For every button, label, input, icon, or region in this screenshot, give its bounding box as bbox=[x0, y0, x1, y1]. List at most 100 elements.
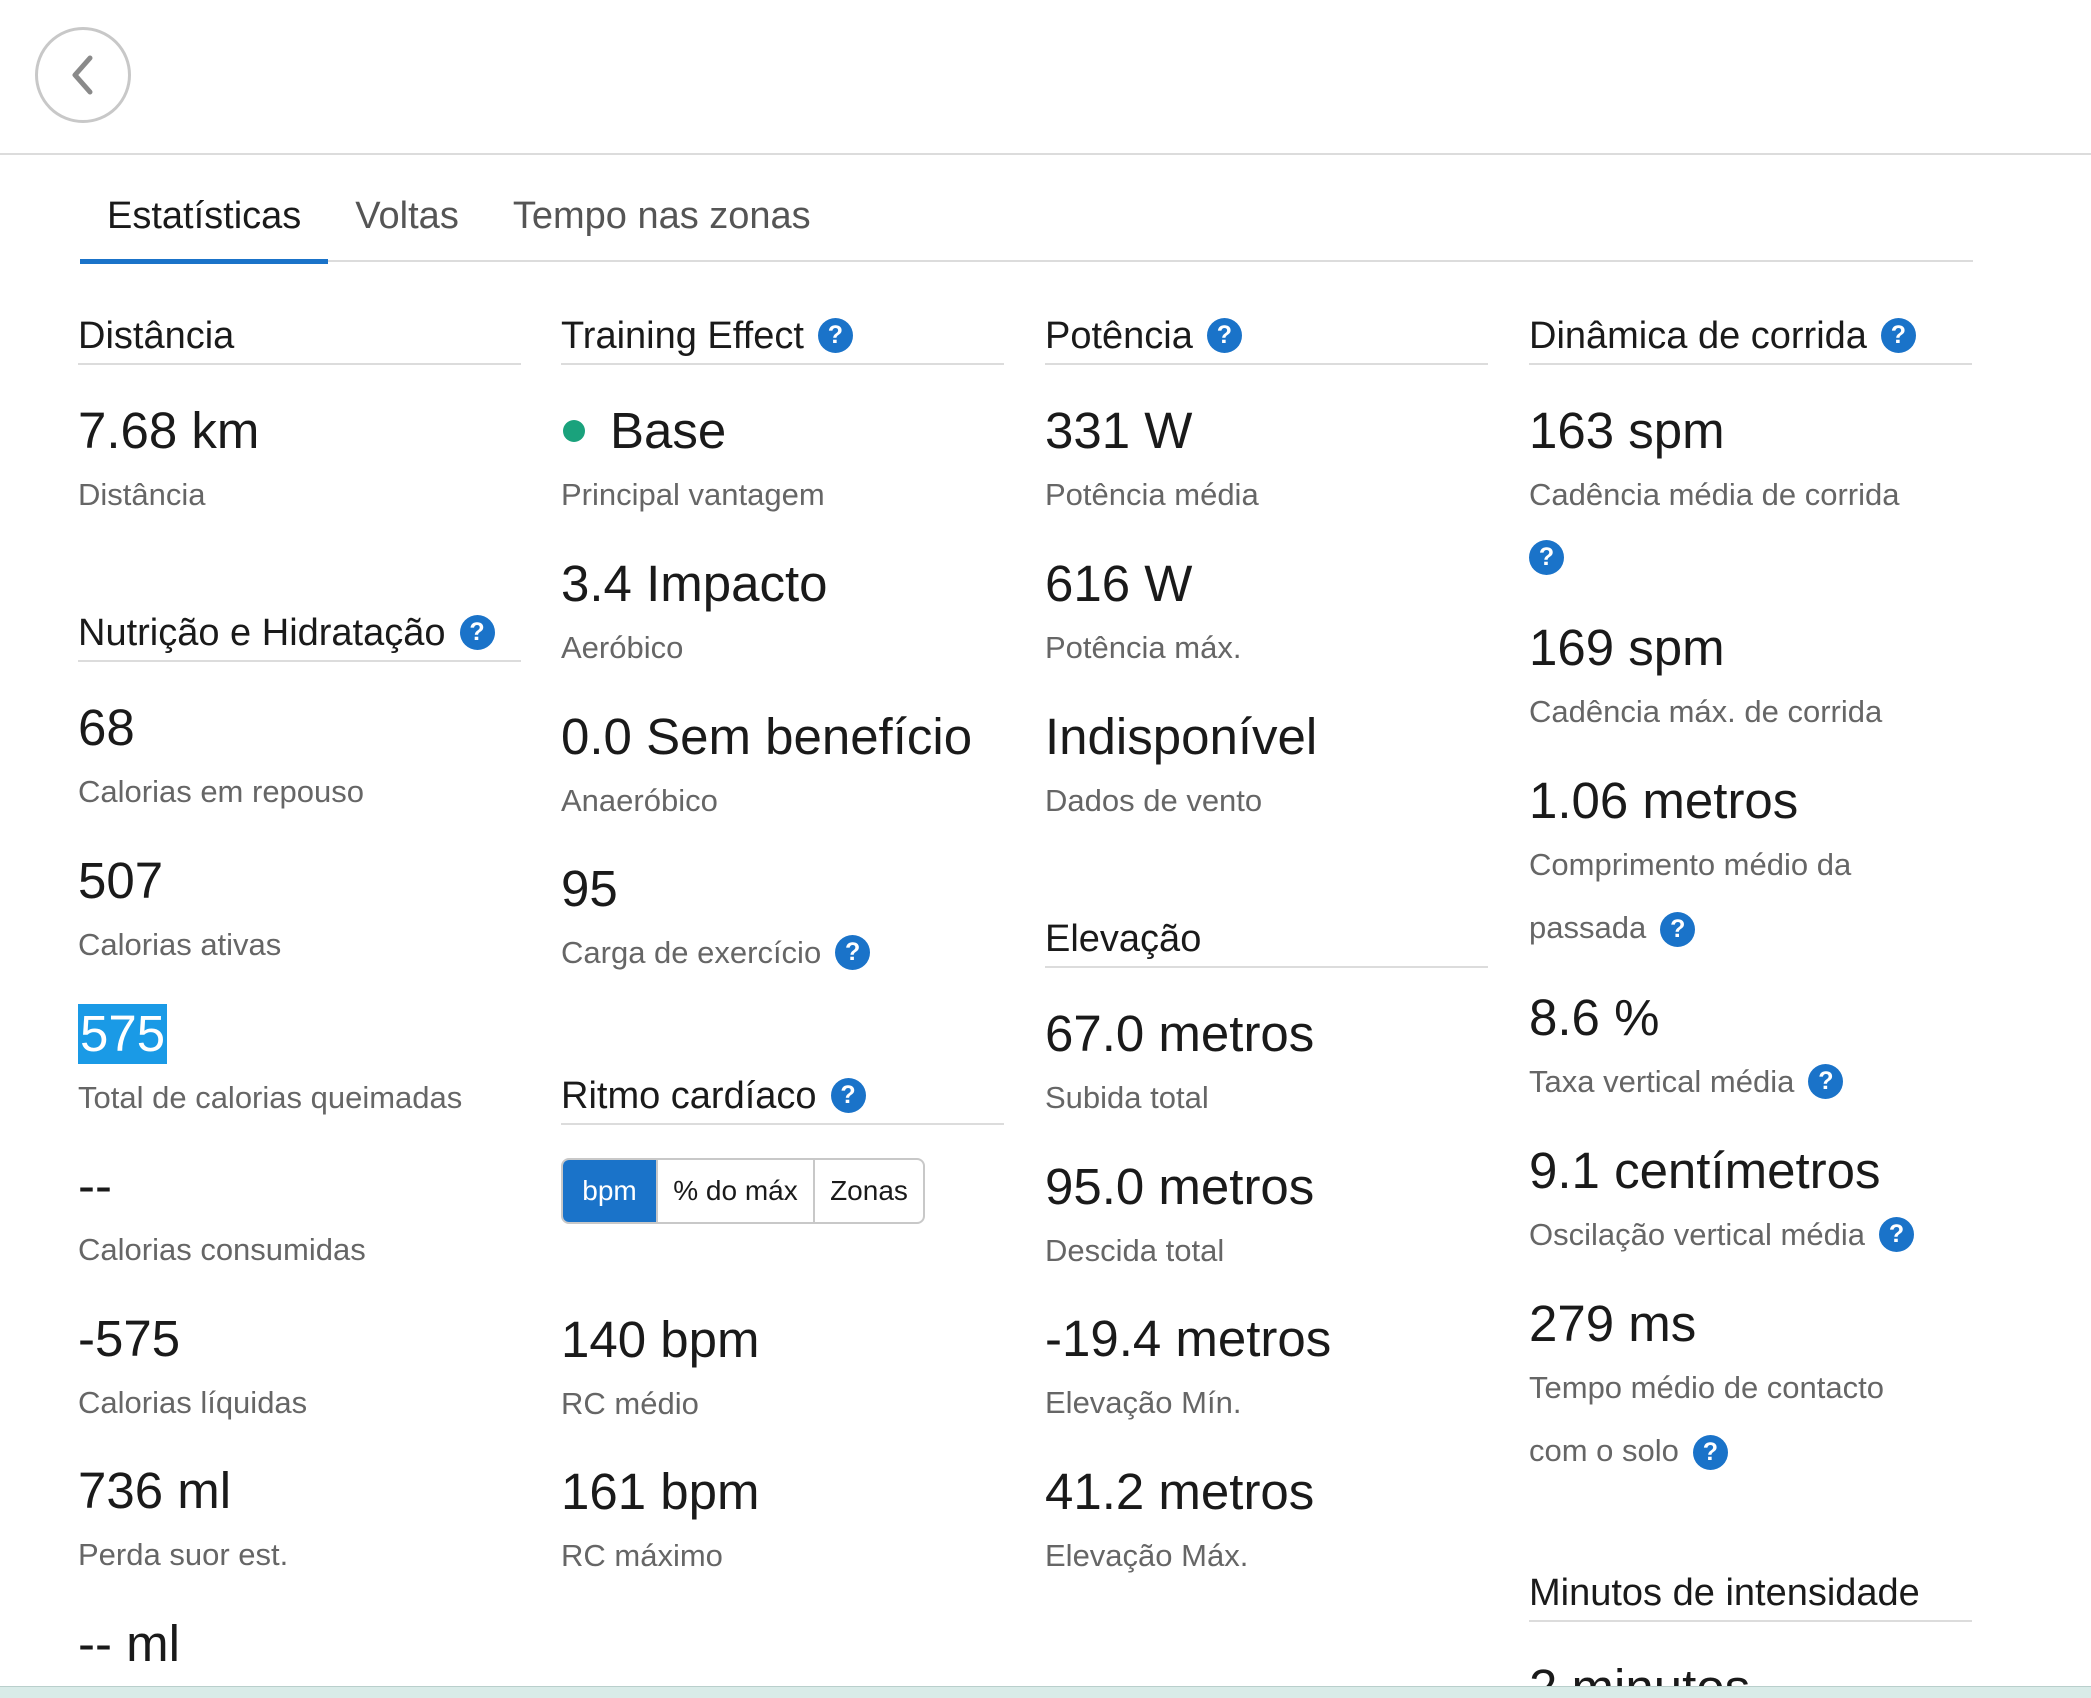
sweat-loss-label: Perda suor est. bbox=[78, 1537, 289, 1572]
elevation-section-title: Elevação bbox=[1045, 918, 1488, 968]
primary-benefit-value: Base bbox=[610, 402, 727, 459]
segment-bpm[interactable]: bpm bbox=[563, 1160, 658, 1222]
stat-total-descent: 95.0 metros Descida total bbox=[1045, 1157, 1488, 1282]
help-icon[interactable]: ? bbox=[1692, 1435, 1728, 1471]
help-icon[interactable]: ? bbox=[1206, 318, 1242, 353]
stride-length-value: 1.06 metros bbox=[1529, 772, 1799, 829]
ground-contact-value: 279 ms bbox=[1529, 1295, 1697, 1352]
stat-avg-cadence: 163 spm Cadência média de corrida ? bbox=[1529, 401, 1972, 588]
total-ascent-label: Subida total bbox=[1045, 1080, 1209, 1115]
help-icon[interactable]: ? bbox=[835, 935, 871, 970]
intensity-title: Minutos de intensidade bbox=[1529, 1572, 1920, 1614]
power-section-title: Potência ? bbox=[1045, 315, 1488, 365]
intensity-section-title: Minutos de intensidade bbox=[1529, 1572, 1972, 1622]
distance-section-title: Distância bbox=[78, 315, 521, 365]
max-heart-rate-value: 161 bpm bbox=[561, 1463, 760, 1520]
vertical-ratio-label: Taxa vertical média bbox=[1529, 1064, 1795, 1099]
stat-net-calories: -575 Calorias líquidas bbox=[78, 1309, 521, 1434]
heart-rate-title: Ritmo cardíaco bbox=[561, 1075, 817, 1117]
help-icon[interactable]: ? bbox=[1878, 1217, 1914, 1252]
consumed-calories-value: -- bbox=[78, 1157, 112, 1214]
training-effect-title: Training Effect bbox=[561, 315, 804, 357]
status-dot-icon bbox=[563, 420, 585, 442]
distance-label: Distância bbox=[78, 477, 206, 512]
max-power-value: 616 W bbox=[1045, 555, 1193, 612]
tab-time-in-zones[interactable]: Tempo nas zonas bbox=[486, 180, 838, 262]
stat-primary-benefit: Base Principal vantagem bbox=[561, 401, 1004, 526]
stat-total-ascent: 67.0 metros Subida total bbox=[1045, 1004, 1488, 1129]
stat-resting-calories: 68 Calorias em repouso bbox=[78, 698, 521, 823]
net-calories-value: -575 bbox=[78, 1310, 181, 1367]
top-bar bbox=[0, 0, 2091, 155]
heart-rate-unit-selector: bpm % do máx Zonas bbox=[561, 1158, 925, 1224]
net-calories-label: Calorias líquidas bbox=[78, 1385, 308, 1420]
max-cadence-label: Cadência máx. de corrida bbox=[1529, 694, 1883, 729]
stat-intensity-minutes: 2 minutos bbox=[1529, 1658, 1972, 1686]
distance-title: Distância bbox=[78, 315, 235, 357]
stat-distance: 7.68 km Distância bbox=[78, 401, 521, 526]
column-power-elevation: Potência ? 331 W Potência média 616 W Po… bbox=[1045, 315, 1488, 1688]
stat-stride-length: 1.06 metros Comprimento médio da passada… bbox=[1529, 771, 1972, 959]
stat-max-heart-rate: 161 bpm RC máximo bbox=[561, 1462, 1004, 1587]
back-button[interactable] bbox=[35, 27, 131, 123]
help-icon[interactable]: ? bbox=[1660, 912, 1696, 948]
wind-data-label: Dados de vento bbox=[1045, 783, 1263, 818]
elevation-title: Elevação bbox=[1045, 918, 1202, 960]
avg-power-label: Potência média bbox=[1045, 477, 1259, 512]
segment-zones[interactable]: Zonas bbox=[815, 1160, 923, 1222]
primary-benefit-label: Principal vantagem bbox=[561, 477, 825, 512]
active-calories-label: Calorias ativas bbox=[78, 927, 282, 962]
consumed-calories-label: Calorias consumidas bbox=[78, 1232, 366, 1267]
exercise-load-label: Carga de exercício bbox=[561, 935, 822, 970]
max-cadence-value: 169 spm bbox=[1529, 619, 1725, 676]
distance-value: 7.68 km bbox=[78, 402, 260, 459]
stat-avg-power: 331 W Potência média bbox=[1045, 401, 1488, 526]
total-ascent-value: 67.0 metros bbox=[1045, 1005, 1315, 1062]
avg-power-value: 331 W bbox=[1045, 402, 1193, 459]
chevron-left-icon bbox=[72, 55, 93, 95]
total-descent-value: 95.0 metros bbox=[1045, 1158, 1315, 1215]
stat-avg-heart-rate: 140 bpm RC médio bbox=[561, 1310, 1004, 1435]
help-icon[interactable]: ? bbox=[459, 615, 495, 650]
total-calories-label: Total de calorias queimadas bbox=[78, 1080, 463, 1115]
help-icon[interactable]: ? bbox=[1808, 1064, 1844, 1099]
total-calories-value: 575 bbox=[78, 1004, 168, 1064]
aerobic-value: 3.4 Impacto bbox=[561, 555, 828, 612]
stat-max-cadence: 169 spm Cadência máx. de corrida bbox=[1529, 618, 1972, 743]
avg-cadence-value: 163 spm bbox=[1529, 402, 1725, 459]
max-elevation-value: 41.2 metros bbox=[1045, 1463, 1315, 1520]
help-icon[interactable]: ? bbox=[817, 318, 853, 353]
help-icon[interactable]: ? bbox=[1880, 318, 1916, 353]
min-elevation-value: -19.4 metros bbox=[1045, 1310, 1332, 1367]
tab-statistics[interactable]: Estatísticas bbox=[80, 180, 329, 264]
power-title: Potência bbox=[1045, 315, 1193, 357]
min-elevation-label: Elevação Mín. bbox=[1045, 1385, 1242, 1420]
column-running-dynamics: Dinâmica de corrida ? 163 spm Cadência m… bbox=[1529, 318, 1972, 1686]
total-descent-label: Descida total bbox=[1045, 1233, 1225, 1268]
stat-exercise-load: 95 Carga de exercício? bbox=[561, 859, 1004, 984]
tab-laps[interactable]: Voltas bbox=[328, 180, 486, 262]
column-distance-nutrition: Distância 7.68 km Distância Nutrição e H… bbox=[78, 315, 521, 1688]
stat-ground-contact: 279 ms Tempo médio de contacto com o sol… bbox=[1529, 1294, 1972, 1482]
resting-calories-value: 68 bbox=[78, 699, 135, 756]
help-icon[interactable]: ? bbox=[1529, 539, 1564, 575]
stat-aerobic: 3.4 Impacto Aeróbico bbox=[561, 554, 1004, 679]
stat-fluid-consumed: -- ml bbox=[78, 1614, 521, 1674]
anaerobic-label: Anaeróbico bbox=[561, 783, 718, 818]
anaerobic-value: 0.0 Sem benefício bbox=[561, 708, 973, 765]
nutrition-section-title: Nutrição e Hidratação ? bbox=[78, 612, 521, 662]
vertical-oscillation-label: Oscilação vertical média bbox=[1529, 1217, 1865, 1252]
nutrition-title: Nutrição e Hidratação bbox=[78, 612, 446, 654]
avg-cadence-label: Cadência média de corrida bbox=[1529, 477, 1900, 512]
stat-active-calories: 507 Calorias ativas bbox=[78, 851, 521, 976]
stat-anaerobic: 0.0 Sem benefício Anaeróbico bbox=[561, 707, 1004, 832]
heart-rate-section-title: Ritmo cardíaco ? bbox=[561, 1075, 1004, 1125]
training-effect-section-title: Training Effect ? bbox=[561, 315, 1004, 365]
vertical-ratio-value: 8.6 % bbox=[1529, 989, 1660, 1046]
stat-vertical-oscillation: 9.1 centímetros Oscilação vertical média… bbox=[1529, 1141, 1972, 1266]
help-icon[interactable]: ? bbox=[830, 1078, 866, 1113]
max-power-label: Potência máx. bbox=[1045, 630, 1242, 665]
stat-total-calories: 575 Total de calorias queimadas bbox=[78, 1004, 521, 1129]
segment-percent-max[interactable]: % do máx bbox=[658, 1160, 815, 1222]
intensity-minutes-value: 2 minutos bbox=[1529, 1658, 1972, 1686]
